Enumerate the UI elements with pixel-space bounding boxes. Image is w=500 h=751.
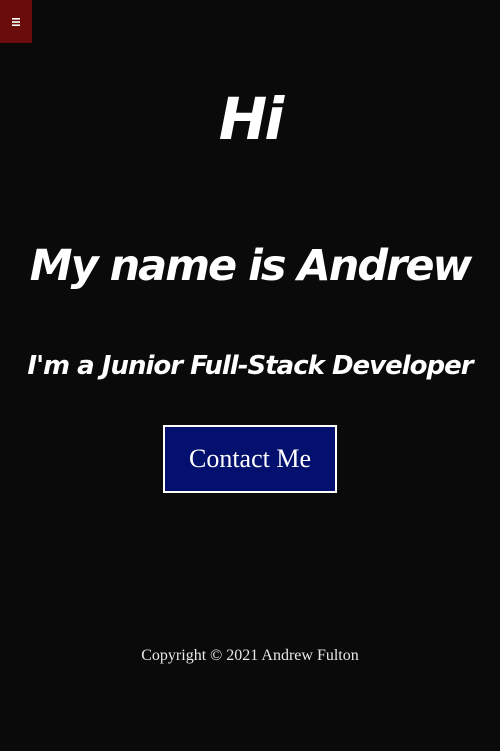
hamburger-menu-icon <box>12 17 20 26</box>
footer-copyright: Copyright © 2021 Andrew Fulton <box>141 647 359 664</box>
hero-role-subtitle: I'm a Junior Full-Stack Developer <box>27 351 473 381</box>
menu-toggle-button[interactable] <box>0 0 32 43</box>
contact-me-button[interactable]: Contact Me <box>163 425 337 493</box>
hero-greeting: Hi <box>218 85 284 153</box>
hero-name-heading: My name is Andrew <box>29 241 472 291</box>
